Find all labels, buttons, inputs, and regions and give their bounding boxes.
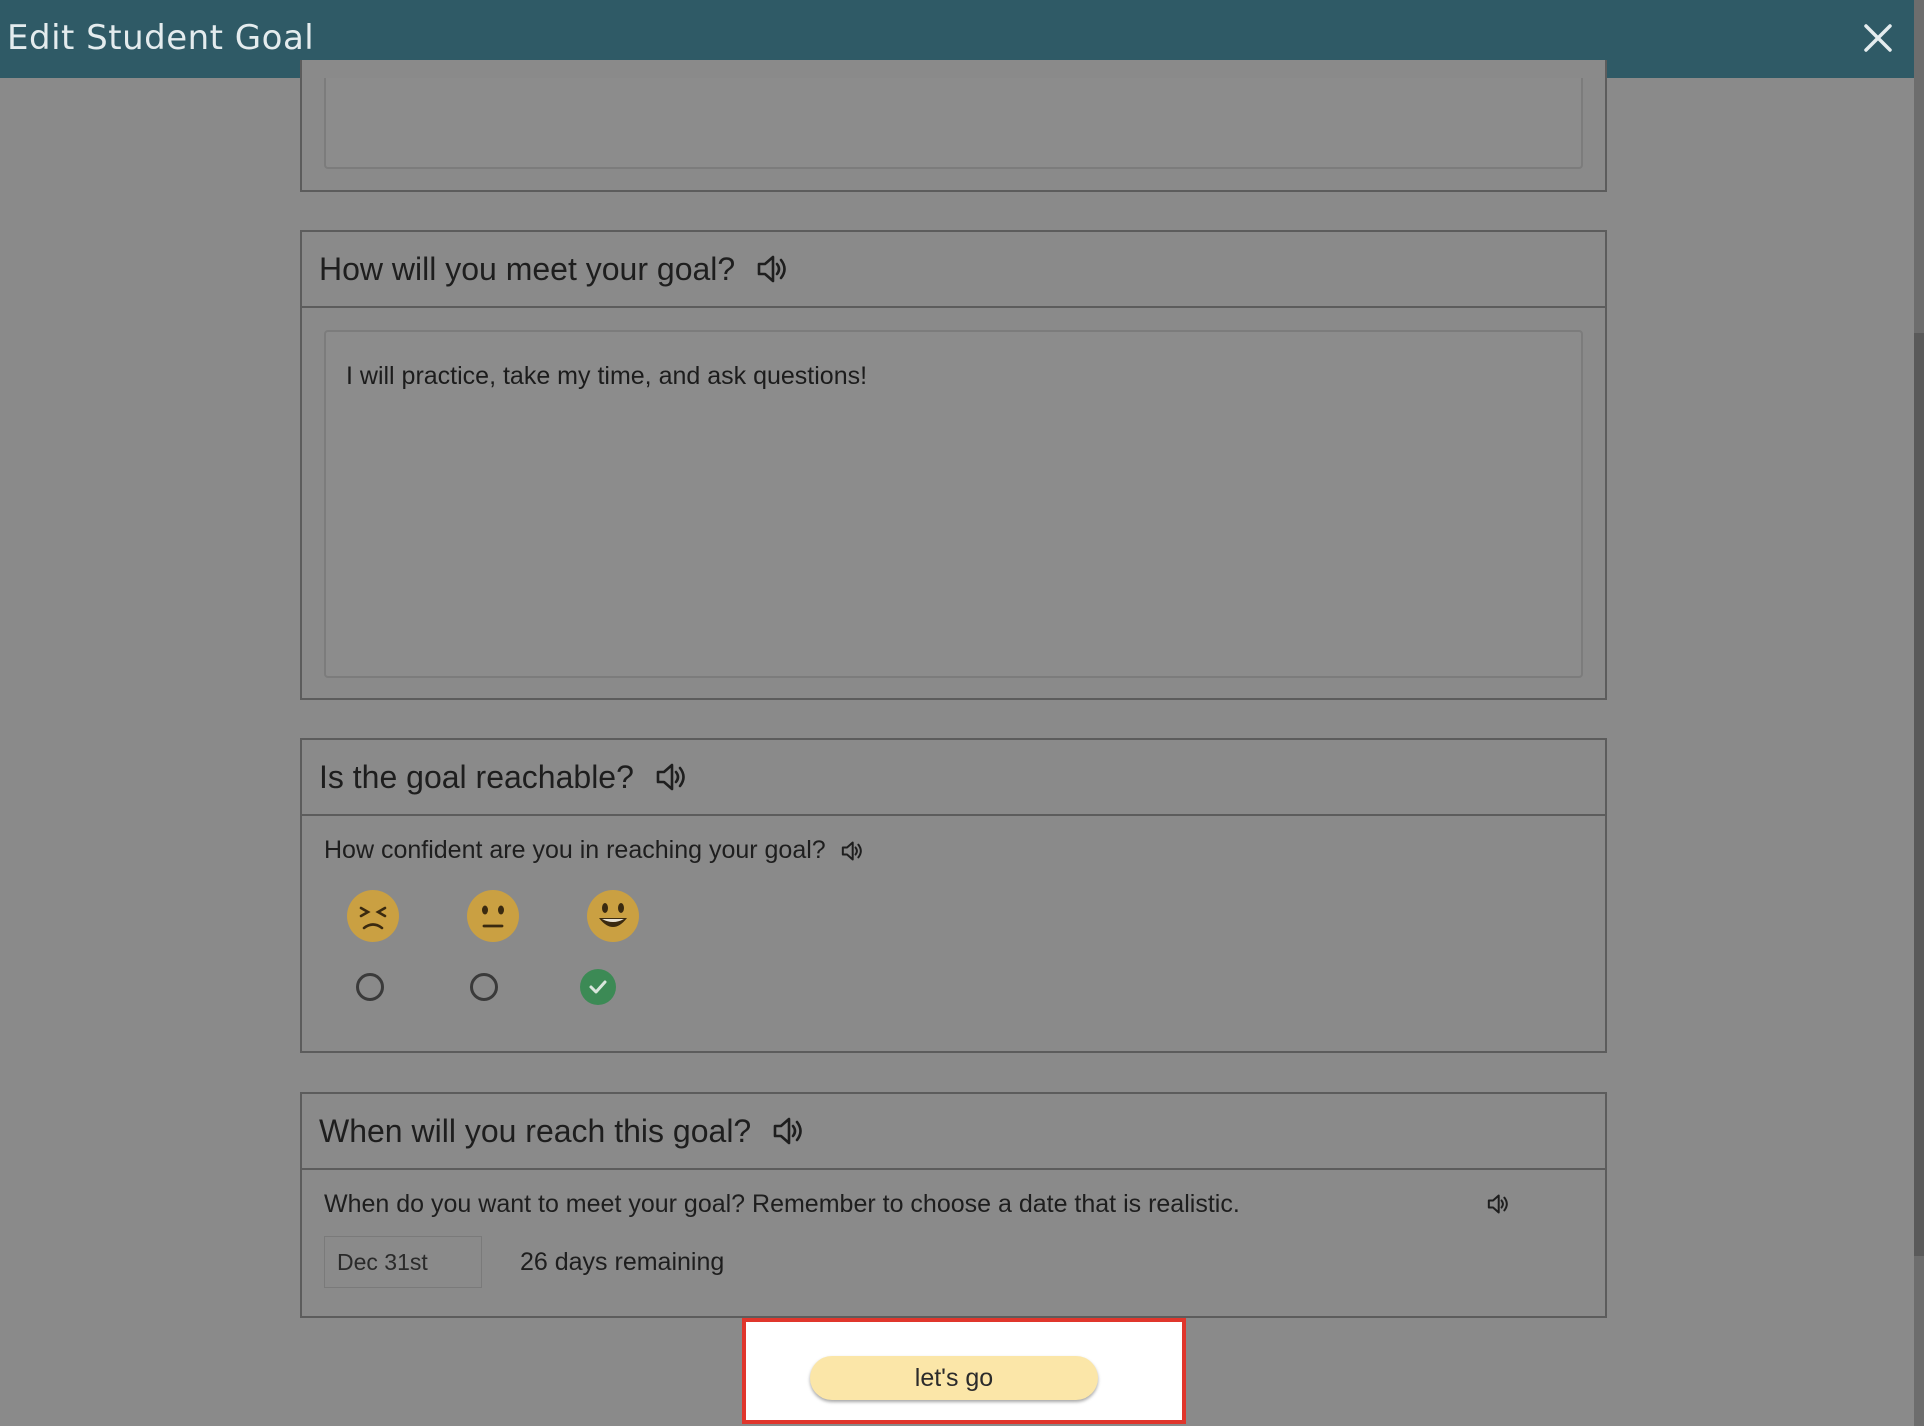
date-question-row: When do you want to meet your goal? Reme… [324,1190,1240,1219]
neutral-face-icon [467,890,519,942]
when-title: When will you reach this goal? [319,1112,752,1149]
scrollbar[interactable] [1914,0,1924,1426]
how-card: How will you meet your goal? I will prac… [300,230,1607,700]
date-question: When do you want to meet your goal? Reme… [324,1190,1240,1218]
scrollbar-thumb[interactable] [1914,333,1924,1256]
reachable-card: Is the goal reachable? How confident are… [300,738,1607,1053]
days-remaining: 26 days remaining [520,1248,725,1276]
lets-go-button[interactable]: let's go [810,1356,1098,1400]
how-title: How will you meet your goal? [319,250,736,287]
speaker-icon[interactable] [1486,1192,1510,1216]
speaker-icon[interactable] [771,1114,805,1148]
confidence-radio-high[interactable] [580,969,616,1005]
confidence-radio-medium[interactable] [470,973,498,1001]
frustrated-face-icon [347,890,399,942]
modal-title: Edit Student Goal [7,18,315,58]
speaker-icon[interactable] [755,252,789,286]
reachable-title: Is the goal reachable? [319,758,634,795]
close-icon[interactable] [1856,16,1900,60]
previous-textarea[interactable] [324,78,1583,169]
emoji-row [345,888,641,944]
highlighted-action-area: let's go [742,1318,1186,1424]
confidence-radio-low[interactable] [356,973,384,1001]
how-answer-textarea[interactable]: I will practice, take my time, and ask q… [324,330,1583,678]
reachable-card-header: Is the goal reachable? [302,740,1605,816]
speaker-icon[interactable] [840,839,864,863]
speaker-icon[interactable] [654,760,688,794]
confidence-radio-group [356,969,616,1005]
when-card-header: When will you reach this goal? [302,1094,1605,1170]
confidence-question-row: How confident are you in reaching your g… [324,836,864,865]
smiling-face-icon [587,890,639,942]
previous-card [300,60,1607,192]
date-picker-field[interactable]: Dec 31st [324,1236,482,1288]
checkmark-icon [589,980,607,994]
confidence-question: How confident are you in reaching your g… [324,836,826,864]
when-card: When will you reach this goal? When do y… [300,1092,1607,1318]
how-card-header: How will you meet your goal? [302,232,1605,308]
